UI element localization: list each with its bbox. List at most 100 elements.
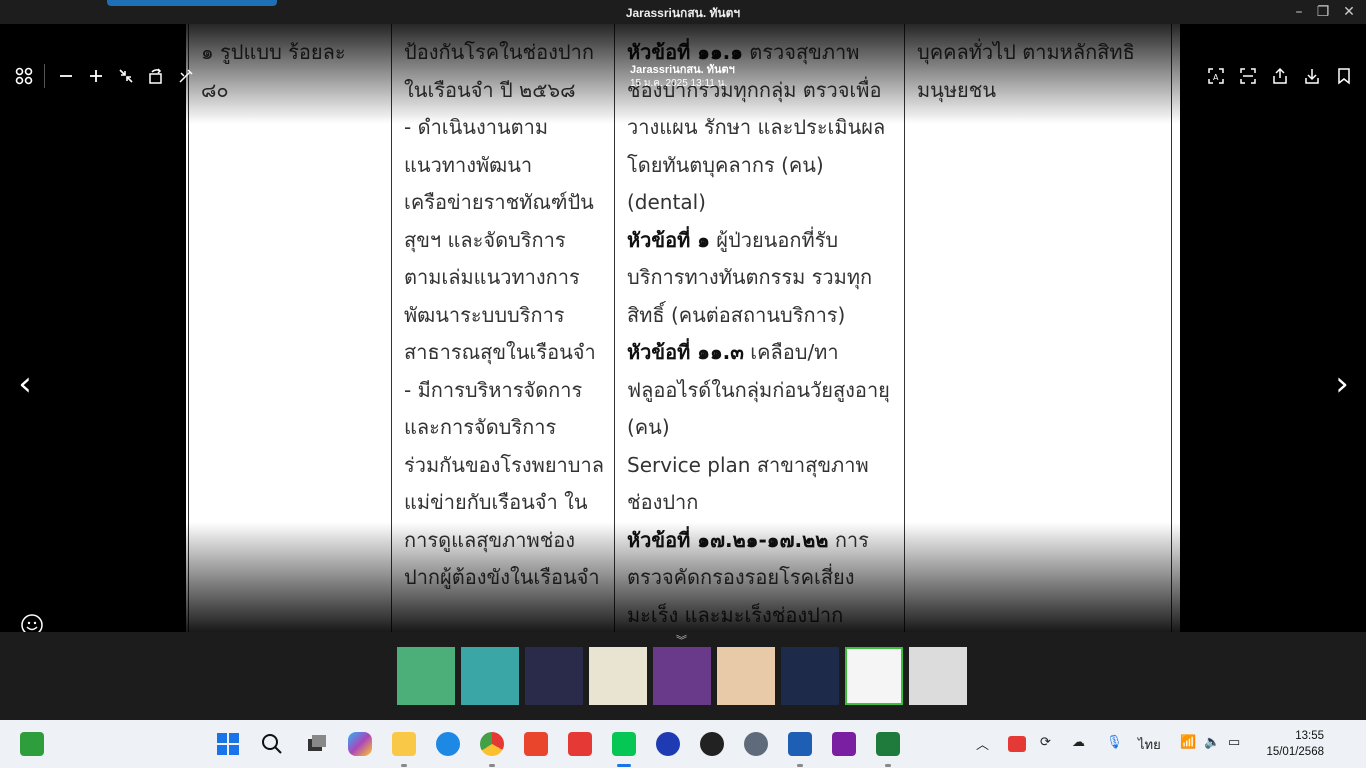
active-indicator xyxy=(617,764,631,767)
col3-line: วางแผน รักษา และประเมินผล xyxy=(627,115,886,139)
col2-line: แม่ข่ายกับเรือนจำ ใน xyxy=(404,490,588,514)
clock-date: 15/01/2568 xyxy=(1266,746,1324,758)
thumbnail-strip: ︾ xyxy=(0,632,1366,720)
download-icon[interactable] xyxy=(1300,64,1324,88)
thumbnail-2[interactable] xyxy=(461,647,519,705)
table-column-activities: ป้องกันโรคในช่องปาก ในเรือนจำ ปี ๒๕๖๘ - … xyxy=(391,24,615,632)
indicator-heading: หัวข้อที่ ๑๑.๓ xyxy=(627,340,744,364)
cloud-off-icon[interactable]: ☁ xyxy=(1072,734,1085,754)
col2-line: สุขฯ และจัดบริการ xyxy=(404,227,566,252)
bookmark-icon[interactable] xyxy=(1332,64,1356,88)
minimize-button[interactable]: – xyxy=(1288,2,1310,22)
thumbnail-8[interactable] xyxy=(845,647,903,705)
task-view-icon[interactable] xyxy=(304,732,328,756)
volume-icon[interactable]: 🔈 xyxy=(1204,734,1220,754)
zoom-out-icon[interactable] xyxy=(54,64,78,88)
col3-text: ผู้ป่วยนอกที่รับ xyxy=(709,227,839,252)
search-icon[interactable] xyxy=(260,732,284,756)
settings-icon[interactable] xyxy=(744,732,768,756)
chrome-icon[interactable] xyxy=(480,732,504,756)
table-column-target: ๑ รูปแบบ ร้อยละ ๘๐ xyxy=(188,24,392,632)
document-image: ๑ รูปแบบ ร้อยละ ๘๐ ป้องกันโรคในช่องปาก ใ… xyxy=(186,24,1180,632)
col3-line: หัวข้อที่ ๑๗.๒๑-๑๗.๒๒ การ xyxy=(627,522,895,560)
col3-line: ฟลูออไรด์ในกลุ่มก่อนวัยสูงอายุ xyxy=(627,377,890,402)
copilot-icon[interactable] xyxy=(348,732,372,756)
thumbnail-7[interactable] xyxy=(781,647,839,705)
col2-line: ปากผู้ต้องขังในเรือนจำ xyxy=(404,565,600,589)
file-explorer-icon[interactable] xyxy=(392,732,416,756)
excel-icon[interactable] xyxy=(876,732,900,756)
text-detect-icon[interactable]: A xyxy=(1204,64,1228,88)
thumbnail-4[interactable] xyxy=(589,647,647,705)
toolbar-divider xyxy=(44,64,46,88)
meeting-app-icon[interactable] xyxy=(656,732,680,756)
taskbar: ︿ ⟳ ☁ 🎙 ไทย 📶 🔈 ▭ 13:55 15/01/2568 xyxy=(0,720,1366,768)
close-button[interactable]: ✕ xyxy=(1338,2,1360,22)
anydesk-icon[interactable] xyxy=(568,732,592,756)
share-icon[interactable] xyxy=(1268,64,1292,88)
col3-line: (คน) xyxy=(627,415,670,439)
microphone-icon[interactable]: 🎙 xyxy=(1106,734,1123,754)
sent-date: 15 ม.ค. 2025 13:11 น. xyxy=(630,78,728,89)
running-indicator xyxy=(797,764,803,767)
start-icon[interactable] xyxy=(216,732,240,756)
col2-line: พัฒนาระบบบริการ xyxy=(404,302,565,327)
grid-icon[interactable] xyxy=(12,64,36,88)
next-arrow-icon[interactable]: › xyxy=(1327,364,1357,404)
show-hidden-icons-chevron-icon[interactable]: ︿ xyxy=(976,734,989,754)
pen-icon[interactable] xyxy=(174,64,198,88)
emoji-icon[interactable] xyxy=(20,613,44,632)
col4-line: บุคคลทั่วไป ตามหลักสิทธิ xyxy=(917,40,1135,64)
wifi-icon[interactable]: 📶 xyxy=(1180,734,1196,754)
previous-arrow-icon[interactable]: ‹ xyxy=(10,364,40,404)
word-icon[interactable] xyxy=(788,732,812,756)
col3-text: ตรวจสุขภาพ xyxy=(742,40,860,64)
anydesk-tray-icon[interactable] xyxy=(1008,736,1026,752)
media-player-icon[interactable] xyxy=(700,732,724,756)
edge-icon[interactable] xyxy=(436,732,460,756)
table-column-target-group: บุคคลทั่วไป ตามหลักสิทธิ มนุษยชน xyxy=(904,24,1172,632)
col3-line: หัวข้อที่ ๑๑.๓ เคลือบ/ทา xyxy=(627,334,895,372)
thumbnail-5[interactable] xyxy=(653,647,711,705)
clock-time: 13:55 xyxy=(1295,730,1324,742)
col3-line: มะเร็ง และมะเร็งช่องปาก xyxy=(627,602,844,627)
language-indicator[interactable]: ไทย xyxy=(1138,734,1161,754)
shrink-icon[interactable] xyxy=(114,64,138,88)
scan-icon[interactable] xyxy=(1236,64,1260,88)
pdf-app-icon[interactable] xyxy=(832,732,856,756)
widgets-icon[interactable] xyxy=(20,732,44,756)
col2-line: สาธารณสุขในเรือนจำ xyxy=(404,340,596,364)
col2-line: เครือข่ายราชทัณฑ์ปัน xyxy=(404,190,594,214)
running-indicator xyxy=(401,764,407,767)
rotate-icon[interactable] xyxy=(144,64,168,88)
battery-icon[interactable]: ▭ xyxy=(1228,734,1240,754)
col2-line: ป้องกันโรคในช่องปาก xyxy=(404,40,594,64)
thumbnail-3[interactable] xyxy=(525,647,583,705)
col3-line: (dental) xyxy=(627,190,706,214)
col3-line: หัวข้อที่ ๑ ผู้ป่วยนอกที่รับ xyxy=(627,222,895,260)
sync-icon[interactable]: ⟳ xyxy=(1040,734,1051,754)
thumbnail-6[interactable] xyxy=(717,647,775,705)
running-indicator xyxy=(489,764,495,767)
zoom-in-icon[interactable] xyxy=(84,64,108,88)
thumbnail-1[interactable] xyxy=(397,647,455,705)
col1-line-1: ๑ รูปแบบ ร้อยละ xyxy=(201,40,346,64)
line-icon[interactable] xyxy=(612,732,636,756)
viewer-toolbar-right: A xyxy=(1204,64,1356,88)
window-title: Jarassriนกสน. ทันตฯ xyxy=(625,6,741,20)
app-s-icon[interactable] xyxy=(524,732,548,756)
col3-line: ตรวจคัดกรองรอยโรคเสี่ยง xyxy=(627,565,855,589)
collapse-chevron-icon[interactable]: ︾ xyxy=(676,632,687,648)
col2-line: - ดำเนินงานตาม xyxy=(404,115,549,139)
table-column-indicators: หัวข้อที่ ๑๑.๑ ตรวจสุขภาพ ช่องปากรวมทุกก… xyxy=(614,24,905,632)
running-indicator xyxy=(885,764,891,767)
thumbnail-9[interactable] xyxy=(909,647,967,705)
indicator-heading: หัวข้อที่ ๑ xyxy=(627,227,710,252)
col3-line: Service plan สาขาสุขภาพ xyxy=(627,452,869,477)
col1-line-2: ๘๐ xyxy=(201,77,229,102)
col3-text: การ xyxy=(828,527,869,552)
title-bar: Jarassriนกสน. ทันตฯ – ❐ ✕ xyxy=(0,0,1366,24)
restore-button[interactable]: ❐ xyxy=(1312,2,1334,22)
clock[interactable]: 13:55 15/01/2568 xyxy=(1266,728,1324,760)
col2-line: แนวทางพัฒนา xyxy=(404,152,533,177)
